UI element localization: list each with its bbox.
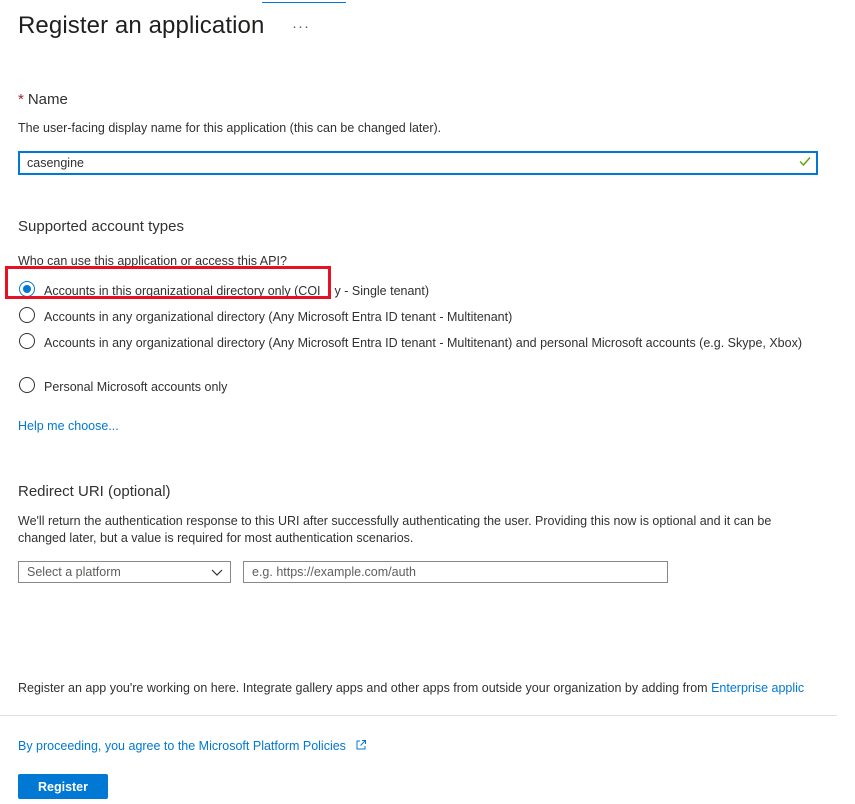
radio-option-personal[interactable]: Personal Microsoft accounts only [19,377,228,396]
help-me-choose-link[interactable]: Help me choose... [18,419,119,433]
page-title: Register an application [18,12,265,39]
highlight-box [5,266,331,299]
account-types-heading: Supported account types [18,218,184,235]
footer-note: Register an app you're working on here. … [18,681,804,695]
name-input-value: casengine [27,156,84,170]
more-options-icon[interactable]: ··· [292,18,310,35]
radio-option-multitenant[interactable]: Accounts in any organizational directory… [19,307,513,326]
radio-button[interactable] [19,333,35,349]
required-marker: * [18,91,24,108]
redirect-description: We'll return the authentication response… [18,514,772,545]
redirect-heading: Redirect URI (optional) [18,483,171,500]
radio-label-multitenant: Accounts in any organizational directory… [44,310,513,324]
platform-select[interactable]: Select a platform [18,561,231,583]
redirect-uri-placeholder: e.g. https://example.com/auth [252,565,416,579]
platform-policies-label: By proceeding, you agree to the Microsof… [18,739,346,753]
platform-policies-link[interactable]: By proceeding, you agree to the Microsof… [18,739,367,753]
redirect-uri-input[interactable]: e.g. https://example.com/auth [243,561,668,583]
enterprise-applications-link[interactable]: Enterprise applic [711,681,804,695]
chevron-down-icon [211,569,223,576]
name-description: The user-facing display name for this ap… [18,121,442,135]
checkmark-icon [799,157,811,167]
platform-select-placeholder: Select a platform [27,565,121,579]
name-heading-label: Name [27,91,68,108]
radio-button[interactable] [19,307,35,323]
top-cutoff-link-underline [262,0,346,3]
radio-label-personal: Personal Microsoft accounts only [44,380,228,394]
radio-label-multitenant-personal: Accounts in any organizational directory… [44,336,802,350]
register-button[interactable]: Register [18,774,108,799]
radio-option-multitenant-personal[interactable]: Accounts in any organizational directory… [19,333,809,352]
divider [0,715,837,716]
footer-note-text: Register an app you're working on here. … [18,681,712,695]
name-input[interactable]: casengine [18,151,818,175]
name-heading: * Name [18,91,68,108]
external-link-icon [356,740,367,750]
radio-button[interactable] [19,377,35,393]
